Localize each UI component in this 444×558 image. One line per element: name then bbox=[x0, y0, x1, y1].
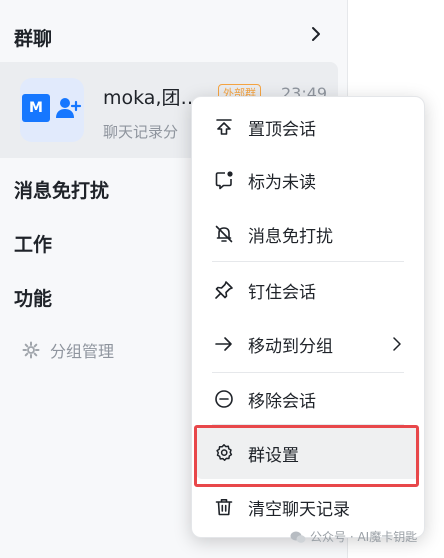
chat-name: moka,团… bbox=[103, 87, 200, 109]
menu-label: 清空聊天记录 bbox=[248, 499, 350, 520]
group-manage-label: 分组管理 bbox=[50, 342, 115, 361]
menu-item-mark-unread[interactable]: 标为未读 bbox=[192, 157, 424, 203]
menu-label: 标为未读 bbox=[248, 172, 316, 193]
section-dnd[interactable]: 消息免打扰 bbox=[14, 176, 109, 203]
menu-label: 置顶会话 bbox=[248, 119, 316, 140]
group-avatar: M bbox=[20, 78, 84, 142]
unread-icon bbox=[215, 171, 233, 190]
arrow-right-icon bbox=[215, 337, 232, 351]
chat-preview: 聊天记录分 bbox=[103, 123, 179, 141]
minus-circle-icon bbox=[215, 390, 233, 408]
menu-item-pin-chat[interactable]: 钉住会话 bbox=[192, 267, 424, 313]
chevron-right-icon[interactable] bbox=[308, 24, 324, 44]
bell-off-icon bbox=[215, 225, 233, 243]
menu-divider bbox=[212, 261, 404, 262]
menu-item-move-to-group[interactable]: 移动到分组 bbox=[192, 321, 424, 367]
menu-label: 消息免打扰 bbox=[248, 226, 333, 247]
menu-item-remove-chat[interactable]: 移除会话 bbox=[192, 376, 424, 422]
menu-item-mute[interactable]: 消息免打扰 bbox=[192, 211, 424, 257]
gear-icon bbox=[22, 341, 40, 359]
menu-item-pin-top[interactable]: 置顶会话 bbox=[192, 104, 424, 150]
menu-item-clear-history[interactable]: 清空聊天记录 bbox=[192, 484, 424, 530]
menu-label: 移除会话 bbox=[248, 391, 316, 412]
avatar-letter: M bbox=[22, 94, 50, 122]
pin-to-top-icon bbox=[216, 119, 232, 135]
chevron-right-icon bbox=[393, 337, 401, 351]
trash-icon bbox=[215, 499, 233, 516]
section-work[interactable]: 工作 bbox=[14, 230, 52, 257]
menu-divider bbox=[212, 372, 404, 373]
section-features[interactable]: 功能 bbox=[14, 284, 52, 311]
watermark-text: 公众号 · AI魔卡钥匙 bbox=[310, 530, 418, 544]
add-user-icon bbox=[56, 98, 82, 118]
pushpin-icon bbox=[215, 281, 233, 299]
wechat-icon bbox=[290, 531, 306, 543]
group-manage-button[interactable]: 分组管理 bbox=[22, 338, 114, 362]
section-group-chat[interactable]: 群聊 bbox=[14, 24, 52, 51]
menu-label: 钉住会话 bbox=[248, 282, 316, 303]
menu-label: 移动到分组 bbox=[248, 336, 333, 357]
watermark: 公众号 · AI魔卡钥匙 bbox=[290, 528, 417, 545]
highlight-annotation-box bbox=[194, 425, 419, 487]
